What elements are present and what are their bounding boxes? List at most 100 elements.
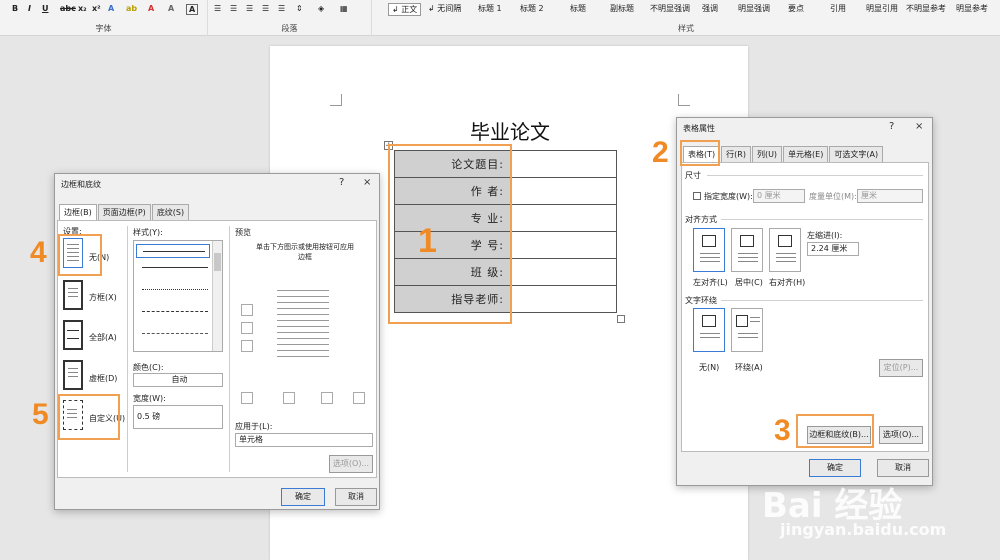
width-input[interactable]: 0 厘米 [753,189,805,203]
strikethrough-button[interactable]: abc [60,4,76,13]
unit-select[interactable]: 厘米 [857,189,923,203]
color-select[interactable]: 自动 [133,373,223,387]
scrollbar[interactable] [212,241,222,351]
underline-button[interactable]: U [42,4,49,13]
preview-area[interactable] [269,284,339,366]
border-inside-v-icon[interactable] [321,392,333,404]
wrap-none-icon[interactable] [693,308,725,352]
unit-label: 度量单位(M): [809,192,857,201]
ok-button[interactable]: 确定 [809,459,861,477]
align-left-icon[interactable]: ☰ [214,4,221,13]
close-icon[interactable]: × [363,177,371,188]
border-right-icon[interactable] [353,392,365,404]
italic-button[interactable]: I [28,4,31,13]
align-right-icon[interactable] [769,228,801,272]
align-right-icon[interactable]: ☰ [246,4,253,13]
align-center-icon[interactable] [731,228,763,272]
document-title[interactable]: 毕业论文 [470,116,550,145]
setting-box-icon[interactable] [63,280,83,310]
style-subtle-emphasis[interactable]: 不明显强调 [650,3,690,14]
distributed-icon[interactable]: ☰ [278,4,285,13]
borders-shading-dialog: 边框和底纹 ? × 边框(B) 页面边框(P) 底纹(S) 设置: 无(N) 方… [54,173,380,510]
style-intense-emphasis[interactable]: 明显强调 [738,3,770,14]
wrap-section-label: 文字环绕 [685,296,717,305]
step-number-4: 4 [30,236,47,269]
tab-row[interactable]: 行(R) [721,146,751,162]
options-button[interactable]: 选项(O)... [329,455,373,473]
style-heading2[interactable]: 标题 2 [520,3,544,14]
apply-to-select[interactable]: 单元格 [235,433,373,447]
style-emphasis[interactable]: 强调 [702,3,718,14]
border-top-icon[interactable] [241,304,253,316]
superscript-button[interactable]: x² [92,4,101,13]
tab-strip: 边框(B) 页面边框(P) 底纹(S) [59,204,190,220]
style-subtle-reference[interactable]: 不明显参考 [906,3,946,14]
style-strong[interactable]: 要点 [788,3,804,14]
style-heading1[interactable]: 标题 1 [478,3,502,14]
ok-button[interactable]: 确定 [281,488,325,506]
style-intense-quote[interactable]: 明显引用 [866,3,898,14]
text-effects-button[interactable]: A [108,4,114,13]
tab-column[interactable]: 列(U) [751,146,783,162]
font-color-button[interactable]: A [148,4,154,13]
divider [229,226,230,472]
color-label: 颜色(C): [133,363,164,372]
border-bottom-icon[interactable] [241,340,253,352]
justify-icon[interactable]: ☰ [262,4,269,13]
line-spacing-icon[interactable]: ⇕ [296,4,303,13]
tab-page-border[interactable]: 页面边框(P) [97,204,151,220]
tab-alt-text[interactable]: 可选文字(A) [829,146,884,162]
border-left-icon[interactable] [283,392,295,404]
divider [721,300,923,301]
highlight-box [796,414,874,448]
align-left-label: 左对齐(L) [693,278,728,287]
line-style-option[interactable] [142,311,208,312]
char-border-icon[interactable]: A [186,4,199,15]
bold-button[interactable]: B [12,4,18,13]
close-icon[interactable]: × [915,121,923,132]
width-select[interactable]: 0.5 磅 [133,405,223,429]
setting-all-icon[interactable] [63,320,83,350]
style-no-spacing[interactable]: ↲ 无间隔 [428,3,461,14]
border-inside-h-icon[interactable] [241,322,253,334]
line-style-option[interactable] [142,333,208,334]
shading-icon[interactable]: ◈ [318,4,324,13]
tab-borders[interactable]: 边框(B) [59,204,97,220]
char-shading-button[interactable]: A [168,4,174,13]
style-quote[interactable]: 引用 [830,3,846,14]
borders-icon[interactable]: ▦ [340,4,348,13]
border-diagonal-icon[interactable] [241,392,253,404]
position-button[interactable]: 定位(P)... [879,359,923,377]
highlight-icon[interactable]: ab [126,4,137,13]
font-group: B I U abc x₂ x² A ab A A A 字体 [0,0,208,36]
subscript-button[interactable]: x₂ [78,4,87,13]
help-icon[interactable]: ? [339,177,344,188]
setting-grid-icon[interactable] [63,360,83,390]
table-resize-handle[interactable] [617,315,625,323]
style-intense-reference[interactable]: 明显参考 [956,3,988,14]
preview-label: 预览 [235,228,251,237]
preferred-width-checkbox[interactable] [693,192,701,200]
line-style-selected[interactable] [136,244,210,258]
line-style-option[interactable] [142,267,208,268]
wrap-around-icon[interactable] [731,308,763,352]
preferred-width-label: 指定宽度(W): [704,192,753,201]
margin-mark [330,94,342,106]
tab-shading[interactable]: 底纹(S) [151,204,190,220]
indent-input[interactable]: 2.24 厘米 [807,242,859,256]
line-style-option[interactable] [142,289,208,290]
cancel-button[interactable]: 取消 [335,488,377,506]
align-left-icon[interactable] [693,228,725,272]
line-style-list[interactable] [133,240,223,352]
options-button[interactable]: 选项(O)... [879,426,923,444]
cancel-button[interactable]: 取消 [877,459,929,477]
font-group-label: 字体 [95,24,112,33]
width-value: 0.5 磅 [137,412,161,421]
help-icon[interactable]: ? [889,121,894,132]
setting-box-label: 方框(X) [89,293,117,302]
style-subtitle[interactable]: 副标题 [610,3,634,14]
style-title[interactable]: 标题 [570,3,586,14]
align-center-icon[interactable]: ☰ [230,4,237,13]
tab-cell[interactable]: 单元格(E) [783,146,829,162]
style-normal[interactable]: ↲ 正文 [388,3,422,16]
